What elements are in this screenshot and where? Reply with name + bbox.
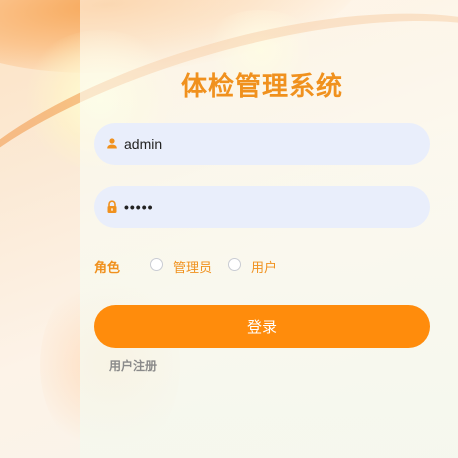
radio-admin-label[interactable]: 管理员	[173, 257, 212, 276]
password-input[interactable]	[124, 186, 414, 228]
register-link[interactable]: 用户注册	[109, 357, 157, 374]
radio-user[interactable]	[228, 258, 241, 271]
username-field[interactable]	[94, 123, 430, 165]
radio-admin[interactable]	[150, 258, 163, 271]
lock-icon	[104, 199, 120, 215]
password-field[interactable]	[94, 186, 430, 228]
user-icon	[104, 136, 120, 152]
username-input[interactable]	[124, 123, 414, 165]
radio-user-label[interactable]: 用户	[251, 257, 277, 276]
login-button[interactable]: 登录	[94, 305, 430, 348]
role-selector: 角色 管理员 用户	[94, 256, 430, 276]
role-label: 角色	[94, 261, 121, 276]
page-title: 体检管理系统	[180, 72, 343, 102]
